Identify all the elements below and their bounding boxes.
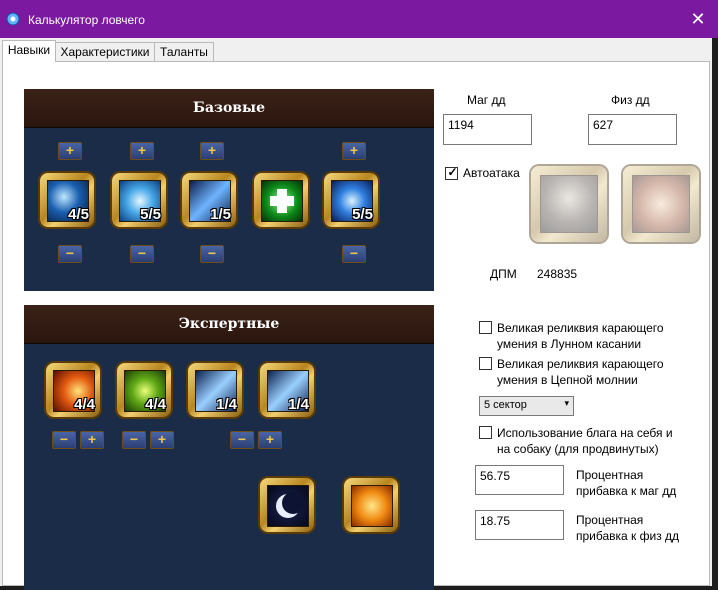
skill-claw-strike[interactable]: 4/5: [40, 173, 94, 227]
tab-characteristics[interactable]: Характеристики: [55, 42, 155, 61]
relic-moon-checkbox[interactable]: [479, 321, 492, 334]
cross-glyph: [270, 189, 294, 213]
dpm-label: ДПМ: [490, 267, 517, 281]
moon-glyph: [276, 492, 304, 518]
window-title: Калькулятор ловчего: [28, 13, 145, 27]
phys-percent-label: Процентная прибавка к физ дд: [576, 513, 680, 543]
skill-level: 1/5: [210, 206, 231, 223]
skill-level: 5/5: [140, 206, 161, 223]
expert-minus-button-2[interactable]: −: [122, 431, 146, 449]
crescent-moon-icon: [267, 485, 309, 527]
expert-minus-button-1[interactable]: −: [52, 431, 76, 449]
skill-healing[interactable]: [254, 173, 308, 227]
dpm-value: 248835: [537, 267, 578, 281]
skill-blade-2[interactable]: 1/4: [260, 363, 314, 417]
skill-crescent-moon[interactable]: [260, 478, 314, 532]
plus-icon: +: [265, 431, 275, 447]
plus-icon: +: [349, 142, 359, 158]
sector-select[interactable]: 5 сектор ▾: [479, 396, 574, 416]
close-icon[interactable]: ✕: [686, 8, 710, 32]
expert-plus-button-4[interactable]: +: [258, 431, 282, 449]
minus-icon: −: [207, 245, 217, 261]
title-bar: Калькулятор ловчего ✕: [0, 0, 718, 38]
skill-chain-lightning[interactable]: 5/5: [324, 173, 378, 227]
chevron-down-icon: ▾: [564, 398, 569, 408]
relic-chain-label: Великая реликвия карающего умения в Цепн…: [497, 357, 664, 387]
phys-percent-field[interactable]: 18.75: [475, 510, 564, 540]
main-window: Навыки Характеристики Таланты Базовые + …: [0, 38, 712, 590]
phys-damage-field[interactable]: 627: [588, 114, 677, 145]
basic-plus-button-1[interactable]: +: [58, 142, 82, 160]
tab-skills[interactable]: Навыки: [2, 40, 56, 62]
skill-level: 5/5: [352, 206, 373, 223]
basic-section-header: Базовые: [24, 89, 434, 128]
skill-nature[interactable]: 4/4: [117, 363, 171, 417]
fist-icon: [632, 175, 690, 233]
mag-damage-field[interactable]: 1194: [443, 114, 532, 145]
skills-panel: Базовые + + + + 4/5 5/5 1/5 5/5 − − − − …: [2, 61, 710, 590]
sector-select-value: 5 сектор: [484, 399, 527, 411]
skill-level: 1/4: [216, 396, 237, 413]
hooded-warrior-portrait[interactable]: [531, 166, 607, 242]
minus-icon: −: [137, 245, 147, 261]
basic-plus-button-2[interactable]: +: [130, 142, 154, 160]
minus-icon: −: [65, 245, 75, 261]
mag-percent-field[interactable]: 56.75: [475, 465, 564, 495]
relic-chain-checkbox[interactable]: [479, 357, 492, 370]
basic-minus-button-1[interactable]: −: [58, 245, 82, 263]
minus-icon: −: [59, 431, 69, 447]
basic-plus-button-5[interactable]: +: [342, 142, 366, 160]
skill-level: 4/4: [145, 396, 166, 413]
skill-level: 4/5: [68, 206, 89, 223]
background-strip: [712, 38, 718, 586]
expert-plus-button-1[interactable]: +: [80, 431, 104, 449]
minus-icon: −: [237, 431, 247, 447]
expert-plus-button-2[interactable]: +: [150, 431, 174, 449]
blessing-checkbox[interactable]: [479, 426, 492, 439]
basic-plus-button-3[interactable]: +: [200, 142, 224, 160]
relic-moon-label: Великая реликвия карающего умения в Лунн…: [497, 321, 664, 351]
basic-skills-section: Базовые + + + + 4/5 5/5 1/5 5/5 − − − −: [24, 89, 434, 291]
hooded-warrior-icon: [540, 175, 598, 233]
autoattack-label: Автоатака: [463, 166, 520, 180]
plus-icon: +: [65, 142, 75, 158]
basic-minus-button-2[interactable]: −: [130, 245, 154, 263]
mag-damage-label: Маг дд: [467, 93, 506, 107]
plus-icon: +: [157, 431, 167, 447]
mag-percent-label: Процентная прибавка к маг дд: [576, 468, 677, 498]
autoattack-checkbox[interactable]: ✓: [445, 165, 458, 180]
plus-icon: +: [87, 431, 97, 447]
skill-blade-1[interactable]: 1/4: [188, 363, 242, 417]
skill-golden-feather[interactable]: [344, 478, 398, 532]
golden-feather-icon: [351, 485, 393, 527]
plus-icon: +: [207, 142, 217, 158]
check-icon: ✓: [447, 165, 458, 179]
minus-icon: −: [129, 431, 139, 447]
tab-talents[interactable]: Таланты: [154, 42, 214, 61]
expert-section-header: Экспертные: [24, 305, 434, 344]
skill-level: 1/4: [288, 396, 309, 413]
basic-minus-button-3[interactable]: −: [200, 245, 224, 263]
plus-icon: +: [137, 142, 147, 158]
skill-flame[interactable]: 4/4: [46, 363, 100, 417]
skill-level: 4/4: [74, 396, 95, 413]
minus-icon: −: [349, 245, 359, 261]
healing-cross-icon: [261, 180, 303, 222]
fist-portrait[interactable]: [623, 166, 699, 242]
skill-ice-burst[interactable]: 5/5: [112, 173, 166, 227]
blessing-label: Использование блага на себя и на собаку …: [497, 426, 673, 456]
expert-skills-section: Экспертные 4/4 4/4 1/4 1/4 − + − + − +: [24, 305, 434, 590]
phys-damage-label: Физ дд: [611, 93, 650, 107]
basic-minus-button-5[interactable]: −: [342, 245, 366, 263]
app-icon: [6, 12, 20, 26]
expert-minus-button-4[interactable]: −: [230, 431, 254, 449]
skill-shard-strike[interactable]: 1/5: [182, 173, 236, 227]
